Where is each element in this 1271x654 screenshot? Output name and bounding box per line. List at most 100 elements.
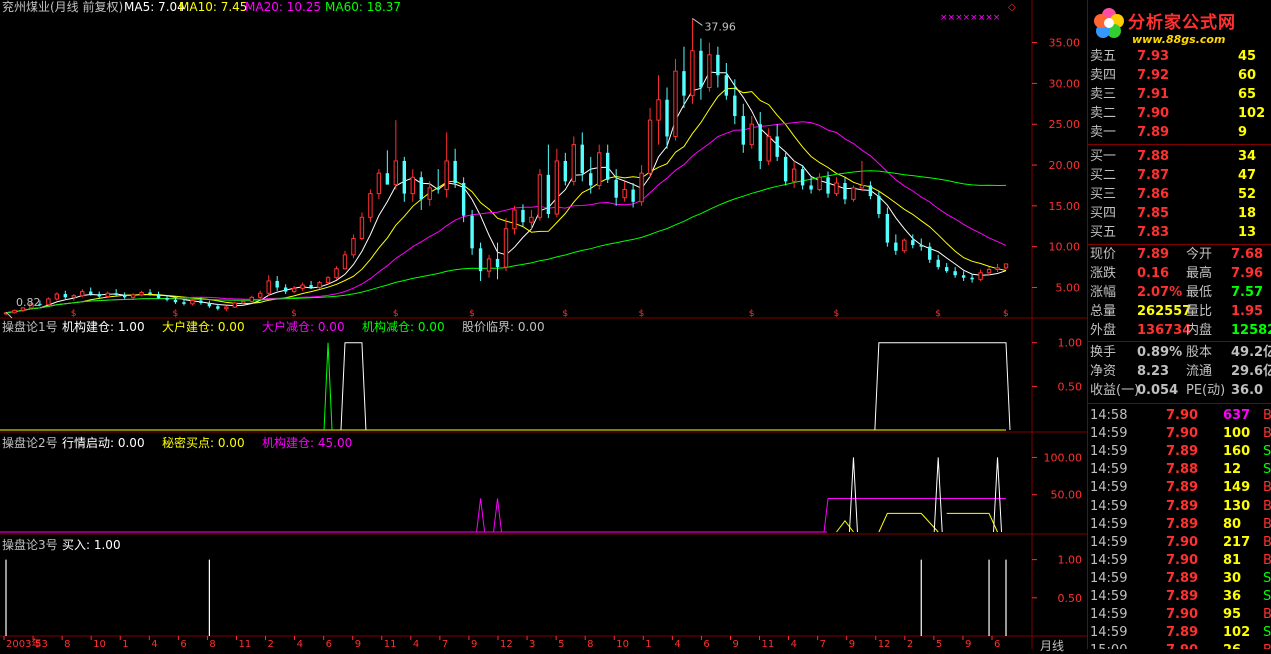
tick-time: 14:59 (1090, 426, 1128, 442)
candle-body-up (512, 209, 517, 230)
candle-body-down (953, 271, 957, 276)
candle-body-up (639, 172, 644, 203)
candle-body-down (733, 95, 737, 117)
ma-legend-0: MA5: 7.04 (124, 0, 185, 14)
candle-body-up (71, 295, 76, 298)
candle-body-down (114, 293, 118, 295)
x-tick-label: 5 (936, 639, 942, 649)
stat-label: 最高 (1186, 266, 1213, 281)
candle-body-down (156, 294, 161, 299)
price-tick-label: 10.00 (1049, 241, 1081, 254)
tick-price: 7.90 (1166, 552, 1199, 568)
x-tick-label: 5 (558, 639, 564, 649)
candle-body-down (631, 189, 635, 202)
sell-price: 7.91 (1137, 87, 1170, 102)
candle-body-down (809, 185, 813, 190)
panel3-title: 操盘论3号 (2, 537, 58, 552)
sell-level-label: 卖一 (1090, 125, 1117, 140)
x-tick-label: 12 (878, 639, 891, 649)
candle-body-up (766, 135, 771, 162)
stat-label: 流通 (1186, 364, 1213, 379)
tick-volume: 26 (1223, 641, 1241, 649)
flower-logo-icon (1094, 8, 1124, 38)
stat-value: 1.95 (1231, 304, 1264, 319)
sell-level-label: 卖五 (1090, 49, 1117, 64)
panel1-legend-1: 大户建仓: 0.00 (162, 319, 245, 334)
buy-level-label: 买四 (1090, 206, 1117, 221)
candle-body-down (928, 246, 932, 260)
tick-side: B (1263, 406, 1271, 425)
ma10-line (5, 87, 1007, 314)
tick-price: 7.89 (1166, 589, 1199, 604)
x-tick-label: 8 (587, 639, 593, 649)
low-pointer (5, 311, 13, 319)
x-tick-label: 2 (268, 639, 274, 649)
buy-price: 7.87 (1137, 168, 1170, 183)
sell-row: 卖三 7.91 65 (1088, 85, 1271, 104)
stat-label: 外盘 (1090, 323, 1117, 338)
candle-body-up (529, 216, 534, 223)
candle-body-down (614, 179, 618, 198)
event-marker: $ (935, 309, 941, 319)
panel2-legend-1: 秘密买点: 0.00 (162, 435, 245, 450)
candle-body-down (207, 303, 212, 307)
price-tick-label: 25.00 (1049, 118, 1081, 131)
candle-body-down (911, 240, 915, 246)
chart-canvas[interactable]: 5.00 10.00 15.00 20.00 25.00 30.00 35.00 37.96 0… (0, 0, 1087, 649)
candle-body-down (470, 215, 474, 249)
x-tick-label: 8 (64, 639, 70, 649)
tick-volume: 12 (1223, 462, 1242, 478)
candle-body-down (919, 245, 923, 247)
sell-row: 卖四 7.92 60 (1088, 66, 1271, 85)
panel1-legend-4: 股价临界: 0.00 (462, 320, 545, 334)
candle-body-up (834, 182, 839, 195)
tick-row: 14:58 7.90 637 B (1088, 406, 1271, 425)
stat-row: 总量 262557 量比 1.95 (1088, 302, 1271, 321)
buy-row: 买四 7.85 18 (1088, 204, 1271, 223)
event-marker: $ (469, 309, 475, 319)
logo-brand: 分析家公式网 (1128, 13, 1236, 33)
candle-body-down (775, 136, 779, 157)
candle-body-up (54, 293, 60, 300)
candle-body-up (690, 50, 695, 97)
panel1-green-spike (323, 342, 333, 431)
tick-volume: 100 (1223, 426, 1251, 442)
tick-side: B (1263, 551, 1271, 570)
sell-volume: 9 (1238, 125, 1248, 140)
candle-body-up (130, 294, 136, 298)
candle-body-up (410, 176, 415, 195)
ma-legend-2: MA20: 10.25 (245, 0, 321, 14)
stat-row: 涨跌 0.16 最高 7.96 (1088, 264, 1271, 283)
tick-price: 7.89 (1166, 480, 1199, 496)
quote-separator (1088, 341, 1271, 342)
panel2-tick-label: 100.00 (1044, 451, 1083, 464)
candle-body-down (385, 173, 390, 185)
sell-level-label: 卖四 (1090, 68, 1117, 83)
candle-body-up (673, 70, 678, 137)
buy-price: 7.86 (1137, 187, 1170, 202)
x-tick-label: 6 (994, 639, 1000, 649)
x-tick-label: 3 (529, 639, 535, 649)
stat-value: 2.07% (1137, 285, 1183, 300)
chart-title: 兖州煤业(月线 前复权) (2, 0, 123, 14)
tick-volume: 149 (1223, 480, 1251, 496)
x-tick-label: 2003年3 (6, 637, 48, 649)
candle-body-up (368, 193, 373, 218)
sell-volume: 60 (1238, 68, 1257, 83)
event-marker: $ (639, 309, 645, 319)
x-tick-label: 6 (326, 639, 332, 649)
sell-row: 卖二 7.90 102 (1088, 104, 1271, 123)
candle-body-up (359, 216, 365, 240)
candle-body-up (46, 298, 51, 306)
buy-row: 买一 7.88 34 (1088, 147, 1271, 166)
panel3-tick-label: 0.50 (1058, 592, 1083, 605)
stat-value: 36.0 (1231, 383, 1264, 398)
stat-value: 125823 (1231, 323, 1271, 338)
stat-label: 股本 (1186, 345, 1213, 360)
x-tick-label: 4 (674, 639, 680, 649)
tick-price: 7.89 (1166, 570, 1199, 586)
candle-body-down (461, 183, 466, 216)
stat-value: 8.23 (1137, 364, 1170, 379)
stat-value: 0.89% (1137, 345, 1183, 360)
stat-row: 换手 0.89%股本 49.2亿 (1088, 343, 1271, 362)
